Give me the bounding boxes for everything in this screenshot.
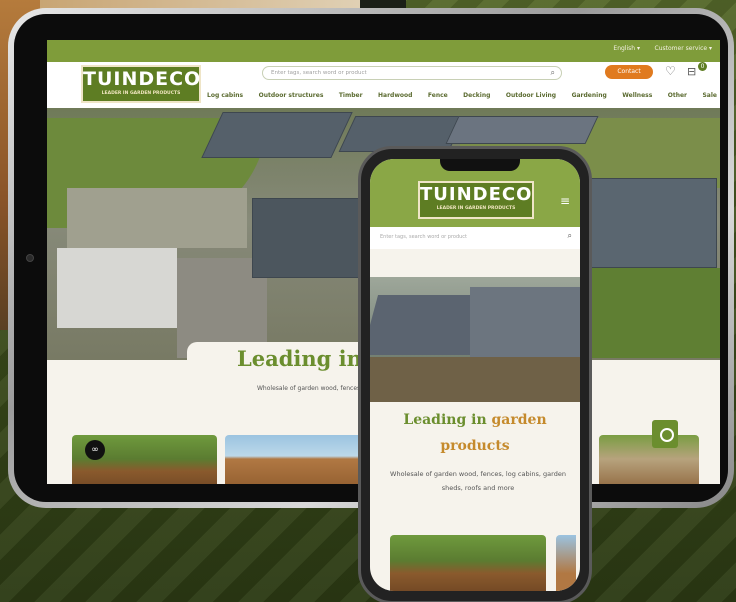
site-logo[interactable]: TUINDECO LEADER IN GARDEN PRODUCTS [418,181,534,219]
nav-item-gardening[interactable]: Gardening [572,92,607,104]
search-placeholder: Enter tags, search word or product [271,70,367,76]
nav-item-fence[interactable]: Fence [428,92,448,104]
hero-headline-accent: garden [491,412,547,428]
nav-item-sale[interactable]: Sale [702,92,717,104]
nav-item-timber[interactable]: Timber [339,92,363,104]
nav-item-wellness[interactable]: Wellness [622,92,652,104]
hero-ground [370,357,580,402]
heart-icon[interactable]: ♡ [665,64,676,78]
contact-button[interactable]: Contact [605,65,653,79]
warehouse-roof [201,112,353,158]
hero-subtitle: Wholesale of garden wood, fences, log ca… [390,470,566,492]
chat-icon[interactable]: ∞ [85,440,105,460]
nav-item-other[interactable]: Other [668,92,687,104]
search-placeholder: Enter tags, search word or product [380,234,468,240]
office-building [57,248,177,328]
logo-subtitle: LEADER IN GARDEN PRODUCTS [101,91,181,96]
tablet-camera [26,254,34,262]
customer-service-menu[interactable]: Customer service ▾ [655,45,712,52]
warehouse-roof [445,116,599,144]
hero-headline-main: Leading in [403,412,492,428]
product-card-image[interactable] [556,535,576,591]
nav-item-outdoor-structures[interactable]: Outdoor structures [259,92,324,104]
logo-title: TUINDECO [420,184,533,205]
language-selector[interactable]: English ▾ [613,45,640,52]
nav-item-decking[interactable]: Decking [463,92,490,104]
product-card-image[interactable] [225,435,367,484]
hero-headline-line2: products [440,438,510,454]
header: TUINDECO LEADER IN GARDEN PRODUCTS Enter… [47,62,720,108]
product-card-image[interactable] [599,435,699,484]
site-logo[interactable]: TUINDECO LEADER IN GARDEN PRODUCTS [81,65,201,103]
search-icon[interactable]: ⌕ [568,231,572,241]
phone-screen: TUINDECO LEADER IN GARDEN PRODUCTS ≡ Ent… [370,159,580,591]
logo-subtitle: LEADER IN GARDEN PRODUCTS [436,206,516,211]
search-icon[interactable]: ⌕ [551,68,555,78]
hero-headline: Leading in garden products [370,407,580,459]
cart-icon[interactable]: ⊟ [687,65,696,78]
product-tag-icon[interactable] [652,420,678,448]
main-navigation: Log cabins Outdoor structures Timber Har… [207,92,717,104]
nav-item-hardwood[interactable]: Hardwood [378,92,412,104]
search-input[interactable]: Enter tags, search word or product ⌕ [370,227,580,249]
hero-image [370,277,580,402]
search-input[interactable]: Enter tags, search word or product ⌕ [262,66,562,80]
hamburger-icon[interactable]: ≡ [560,194,570,208]
cart-count-badge: 0 [698,62,707,71]
nav-item-log-cabins[interactable]: Log cabins [207,92,243,104]
warehouse-roof [577,178,717,268]
hero-headline-main: Leading in [237,346,370,371]
phone-device: TUINDECO LEADER IN GARDEN PRODUCTS ≡ Ent… [358,146,592,602]
product-card-image[interactable] [390,535,546,591]
logo-title: TUINDECO [83,68,202,90]
phone-notch [440,159,520,171]
warehouse-roof [470,287,580,357]
top-bar: English ▾ Customer service ▾ [47,40,720,62]
hero-yard [67,188,247,248]
nav-item-outdoor-living[interactable]: Outdoor Living [506,92,556,104]
